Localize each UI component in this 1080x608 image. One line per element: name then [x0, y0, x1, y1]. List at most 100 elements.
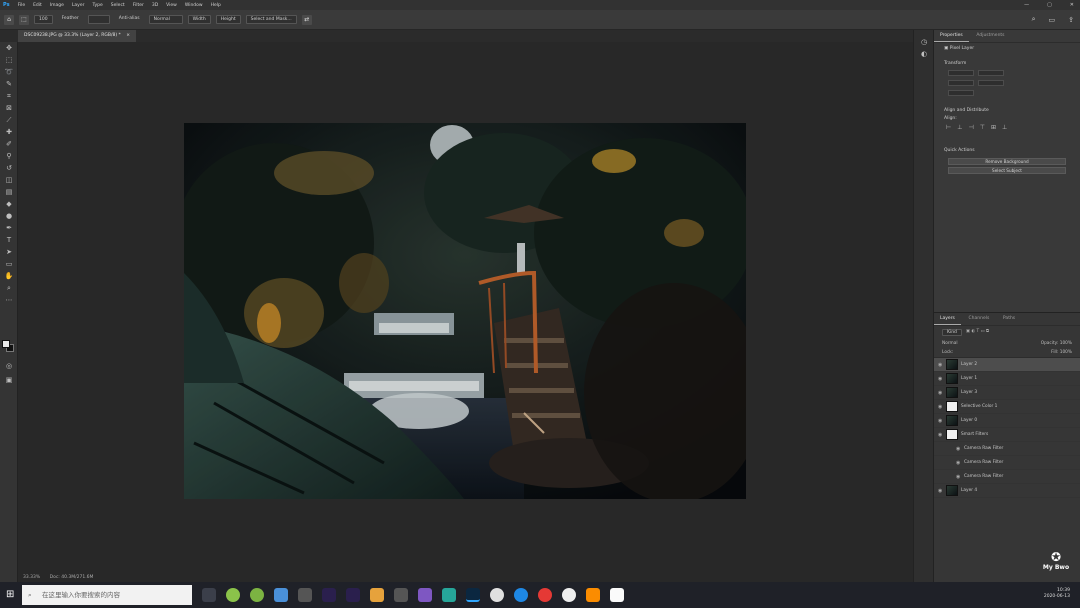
foreground-color-swatch[interactable] [2, 340, 10, 348]
kind-filter-select[interactable]: Kind [942, 329, 962, 336]
arrange-icon[interactable]: ⇄ [301, 14, 312, 25]
history-brush-icon[interactable]: ↺ [0, 162, 18, 174]
align-header[interactable]: Align and Distribute [934, 105, 1080, 116]
app-icon-doc[interactable] [394, 588, 408, 602]
layer-row[interactable]: ◉ Smart Filters [934, 428, 1080, 442]
app-icon-white[interactable] [562, 588, 576, 602]
menu-item-edit[interactable]: Edit [33, 3, 42, 8]
visibility-eye-icon[interactable]: ◉ [938, 488, 943, 494]
visibility-eye-icon[interactable]: ◉ [956, 460, 961, 466]
workspace-icon[interactable]: ▭ [1049, 16, 1056, 24]
transform-y-field[interactable] [978, 80, 1004, 86]
marquee-tool-icon[interactable]: ⬚ [19, 14, 29, 25]
filter-icons[interactable]: ▣ ◐ T ▭ ⧉ [966, 329, 989, 336]
visibility-eye-icon[interactable]: ◉ [938, 418, 943, 424]
layer-row[interactable]: ◉ Layer 0 [934, 414, 1080, 428]
ps-logo-icon[interactable]: Ps [3, 2, 10, 8]
rectangle-shape-icon[interactable]: ▭ [0, 258, 18, 270]
eraser-icon[interactable]: ◫ [0, 174, 18, 186]
menu-item-help[interactable]: Help [211, 3, 221, 8]
document-image[interactable] [184, 123, 746, 499]
canvas-area[interactable]: 33.33% Doc: 40.3M/271.6M [19, 42, 913, 580]
spot-healing-icon[interactable]: ✚ [0, 126, 18, 138]
share-icon[interactable]: ⇪ [1068, 16, 1074, 24]
dodge-icon[interactable]: ● [0, 210, 18, 222]
system-tray[interactable]: 10:39 2020-06-13 [1044, 588, 1070, 600]
search-icon[interactable]: ⌕ [1032, 15, 1036, 24]
feather-input[interactable] [87, 15, 110, 24]
maximize-icon[interactable]: ▢ [1047, 2, 1052, 8]
align-bottom-icon[interactable]: ⊥ [1002, 124, 1013, 131]
menu-item-file[interactable]: File [18, 3, 26, 8]
gradient-icon[interactable]: ▤ [0, 186, 18, 198]
eyedropper-icon[interactable]: ⟋ [0, 114, 18, 126]
app-icon-folder[interactable] [370, 588, 384, 602]
layer-row[interactable]: ◉ Layer 2 [934, 358, 1080, 372]
transform-header[interactable]: Transform [934, 58, 1080, 69]
brush-icon[interactable]: ✐ [0, 138, 18, 150]
home-icon[interactable]: ⌂ [4, 14, 14, 25]
visibility-eye-icon[interactable]: ◉ [956, 474, 961, 480]
menu-item-view[interactable]: View [166, 3, 177, 8]
tab-properties[interactable]: Properties [934, 30, 969, 42]
clone-stamp-icon[interactable]: ⚲ [0, 150, 18, 162]
visibility-eye-icon[interactable]: ◉ [956, 446, 961, 452]
quick-selection-icon[interactable]: ✎ [0, 78, 18, 90]
tab-adjustments[interactable]: Adjustments [970, 30, 1010, 41]
pen-icon[interactable]: ✒ [0, 222, 18, 234]
hand-icon[interactable]: ✋ [0, 270, 18, 282]
layer-row[interactable]: ◉ Camera Raw Filter [934, 456, 1080, 470]
rectangular-marquee-icon[interactable]: ⬚ [0, 54, 18, 66]
app-icon-wechat[interactable] [250, 588, 264, 602]
visibility-eye-icon[interactable]: ◉ [938, 404, 943, 410]
frame-icon[interactable]: ⊠ [0, 102, 18, 114]
app-icon-green[interactable] [226, 588, 240, 602]
visibility-eye-icon[interactable]: ◉ [938, 432, 943, 438]
close-icon[interactable]: ✕ [1070, 2, 1074, 8]
visibility-eye-icon[interactable]: ◉ [938, 390, 943, 396]
anti-alias-checkbox[interactable]: Anti-alias [115, 15, 144, 24]
height-field[interactable]: Height [215, 15, 241, 24]
screen-mode-icon[interactable]: ▣ [0, 374, 18, 386]
align-center-icon[interactable]: ⊥ [957, 124, 968, 131]
align-left-icon[interactable]: ⊢ [946, 124, 957, 131]
menu-item-image[interactable]: Image [50, 3, 64, 8]
zoom-icon[interactable]: ⌕ [0, 282, 18, 294]
lasso-icon[interactable]: ➰ [0, 66, 18, 78]
layer-row[interactable]: ◉ Layer 3 [934, 386, 1080, 400]
quick-actions-header[interactable]: Quick Actions [934, 145, 1080, 156]
transform-h-field[interactable] [948, 80, 974, 86]
app-icon-pr[interactable] [322, 588, 336, 602]
windows-start-icon[interactable]: ⊞ [6, 589, 14, 600]
brush-size-field[interactable]: 100 [34, 15, 53, 24]
task-view-icon[interactable] [202, 588, 216, 602]
adjust-panel-icon[interactable]: ◐ [914, 48, 934, 60]
transform-x-field[interactable] [978, 70, 1004, 76]
transform-w-field[interactable] [948, 70, 974, 76]
align-right-icon[interactable]: ⊣ [968, 124, 979, 131]
visibility-eye-icon[interactable]: ◉ [938, 376, 943, 382]
app-icon-photoshop[interactable] [466, 588, 480, 602]
menu-item-layer[interactable]: Layer [72, 3, 85, 8]
more-tools-icon[interactable]: ⋯ [0, 294, 18, 306]
app-icon-blue[interactable] [514, 588, 528, 602]
menu-item-select[interactable]: Select [111, 3, 125, 8]
type-icon[interactable]: T [0, 234, 18, 246]
layer-row[interactable]: ◉ Camera Raw Filter [934, 442, 1080, 456]
transform-angle-field[interactable] [948, 90, 974, 96]
menu-item-3d[interactable]: 3D [152, 3, 158, 8]
app-icon-teal[interactable] [442, 588, 456, 602]
app-icon-a[interactable] [298, 588, 312, 602]
layer-row[interactable]: ◉ Layer 1 [934, 372, 1080, 386]
layer-row[interactable]: ◉ Selective Color 1 [934, 400, 1080, 414]
width-field[interactable]: Width [187, 15, 211, 24]
crop-icon[interactable]: ⌗ [0, 90, 18, 102]
app-icon-photos[interactable] [274, 588, 288, 602]
move-tool-icon[interactable]: ✥ [0, 42, 18, 54]
history-panel-icon[interactable]: ◷ [914, 36, 934, 48]
style-select[interactable]: Normal [148, 15, 183, 24]
menu-item-type[interactable]: Type [92, 3, 102, 8]
app-icon-orange[interactable] [586, 588, 600, 602]
path-selection-icon[interactable]: ➤ [0, 246, 18, 258]
app-icon-v[interactable] [610, 588, 624, 602]
